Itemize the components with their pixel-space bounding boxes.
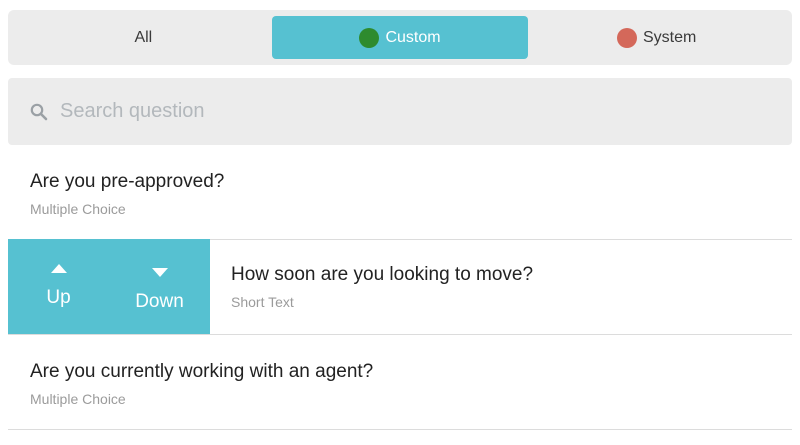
question-title: How soon are you looking to move? (231, 264, 534, 285)
custom-status-dot-icon (359, 27, 380, 48)
search-bar (8, 78, 792, 145)
question-row[interactable]: Up Down How soon are you looking to move… (8, 239, 792, 335)
move-down-button[interactable]: Down (109, 239, 210, 334)
filter-tab-all[interactable]: All (15, 16, 272, 59)
question-type: Multiple Choice (30, 201, 126, 217)
filter-tab-all-label: All (134, 28, 153, 46)
system-status-dot-icon (617, 27, 637, 48)
filter-tab-custom[interactable]: Custom (271, 16, 529, 59)
question-list: Are you pre-approved? Multiple Choice Up… (8, 145, 792, 430)
reorder-actions: Up Down (8, 239, 210, 334)
question-row[interactable]: Are you pre-approved? Multiple Choice (8, 145, 792, 240)
move-up-button[interactable]: Up (8, 239, 109, 334)
filter-segmented-control: All Custom System (8, 10, 792, 65)
caret-down-icon (151, 268, 168, 277)
search-input[interactable] (58, 99, 762, 124)
filter-tab-custom-label: Custom (385, 28, 441, 46)
question-type: Multiple Choice (30, 391, 126, 407)
question-title: Are you currently working with an agent? (30, 361, 374, 382)
filter-tab-system[interactable]: System (528, 16, 785, 59)
move-down-label: Down (135, 291, 184, 312)
search-icon (30, 103, 48, 120)
question-title: Are you pre-approved? (30, 171, 225, 192)
question-row[interactable]: Are you currently working with an agent?… (8, 335, 792, 430)
move-up-label: Up (46, 287, 71, 308)
caret-up-icon (50, 264, 67, 273)
question-type: Short Text (231, 294, 294, 310)
filter-tab-system-label: System (643, 28, 697, 46)
